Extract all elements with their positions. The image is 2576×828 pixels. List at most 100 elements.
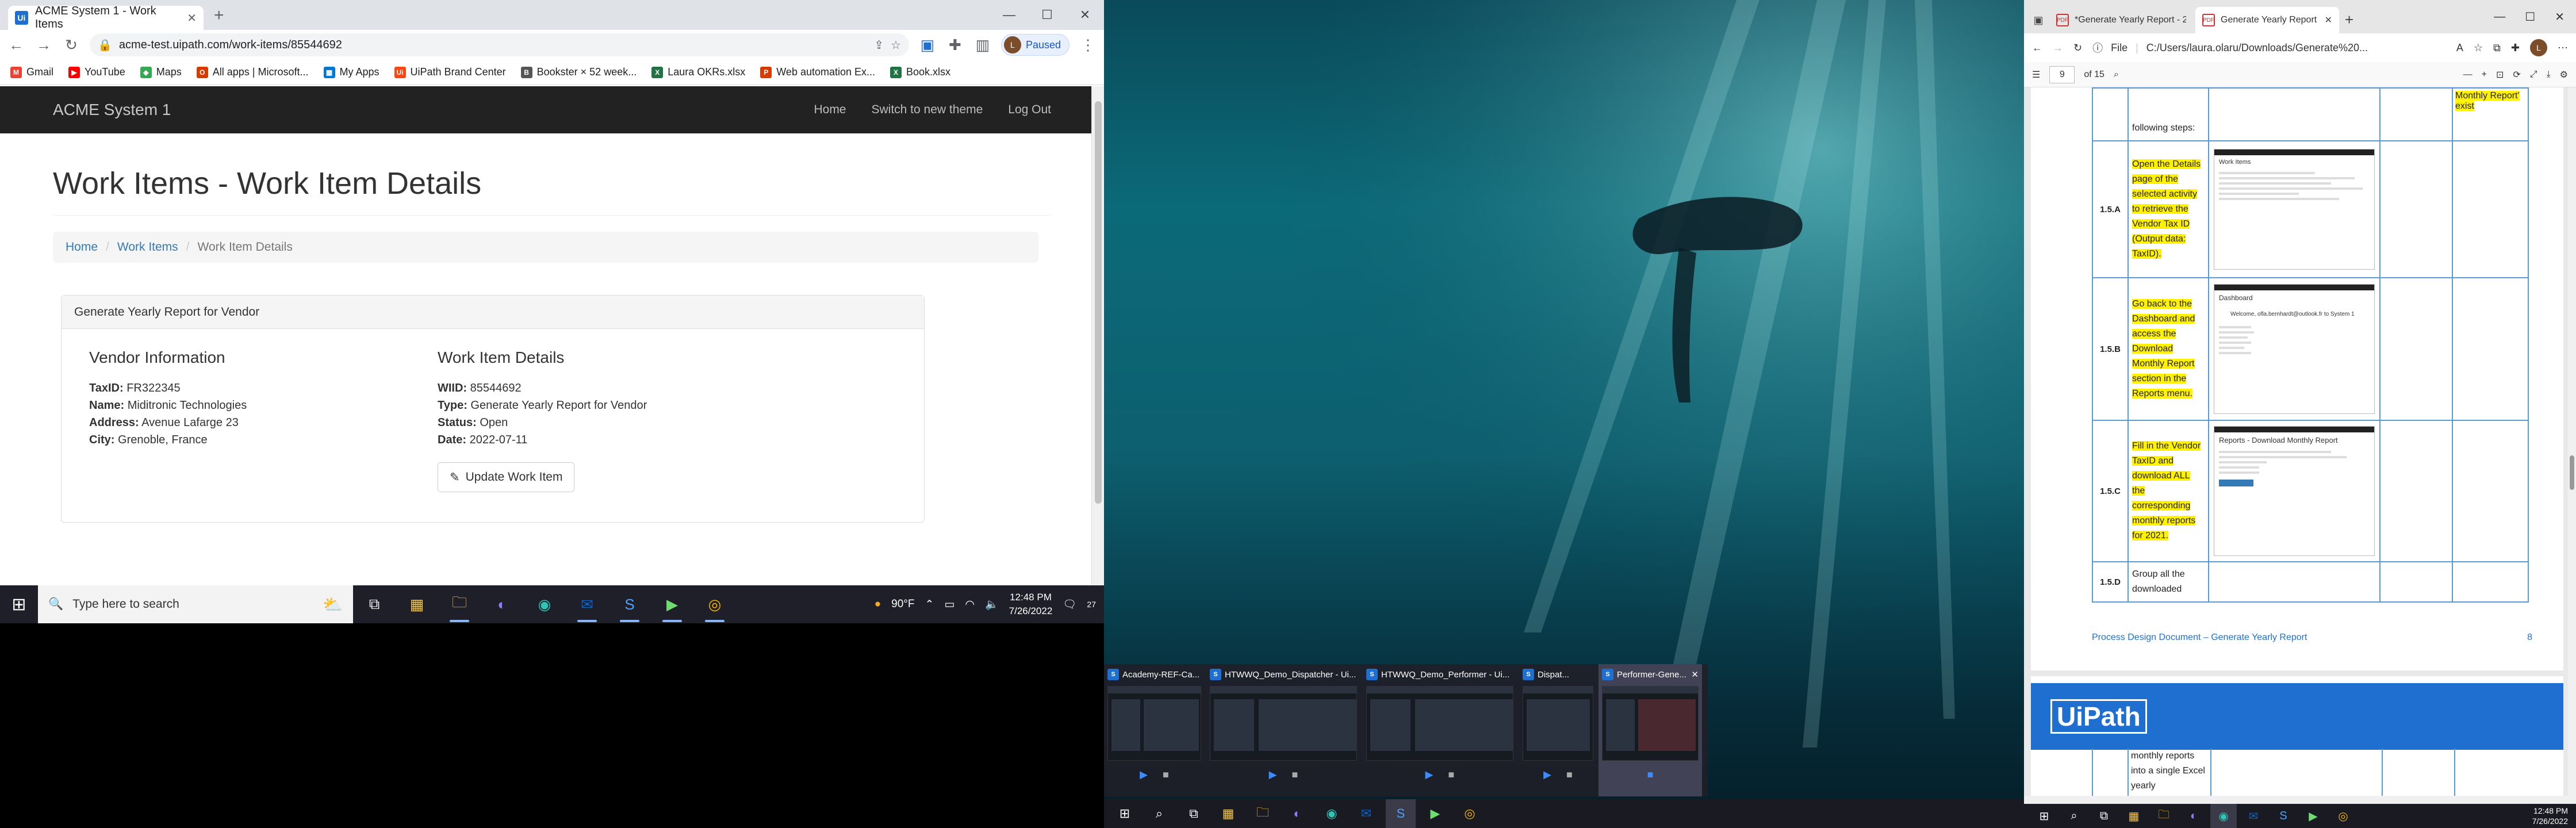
edge-icon[interactable]: ◉ bbox=[1317, 799, 1347, 828]
collections-icon[interactable]: ⧉ bbox=[2493, 42, 2501, 54]
new-tab-icon[interactable]: + bbox=[214, 6, 224, 25]
uipath-studio-icon[interactable]: S bbox=[608, 585, 651, 623]
bookmark-web-automation[interactable]: P Web automation Ex... bbox=[760, 66, 875, 78]
update-work-item-button[interactable]: ✎ Update Work Item bbox=[438, 462, 575, 492]
edge-tab[interactable]: PDF *Generate Yearly Report - 2020 ... bbox=[2049, 7, 2193, 33]
chrome-icon[interactable]: ◎ bbox=[1455, 799, 1485, 828]
chrome-icon[interactable]: ◎ bbox=[2330, 804, 2356, 828]
teams-icon[interactable]: ◐ bbox=[481, 585, 523, 623]
chrome-icon[interactable]: ◎ bbox=[693, 585, 736, 623]
reload-icon[interactable]: ↻ bbox=[2073, 42, 2082, 54]
new-tab-icon[interactable]: + bbox=[2345, 11, 2353, 29]
windows-start-icon[interactable]: ⊞ bbox=[1110, 799, 1140, 828]
thumbnail-window[interactable]: S Academy-REF-Ca... ▶ ■ bbox=[1104, 664, 1205, 796]
calendar-app-icon[interactable]: ▦ bbox=[1213, 799, 1243, 828]
bookmark-myapps[interactable]: ▦ My Apps bbox=[323, 66, 379, 78]
volume-icon[interactable]: 🔈 bbox=[985, 597, 999, 611]
close-tab-icon[interactable]: ✕ bbox=[2325, 14, 2332, 26]
zoom-in-icon[interactable]: + bbox=[2482, 70, 2487, 80]
menu-kebab-icon[interactable]: ⋮ bbox=[1079, 36, 1097, 54]
close-window-icon[interactable]: ✕ bbox=[1066, 7, 1104, 22]
minimize-icon[interactable]: — bbox=[990, 7, 1028, 22]
teams-icon[interactable]: ◐ bbox=[2180, 804, 2207, 828]
bookmark-laura-okrs[interactable]: X Laura OKRs.xlsx bbox=[651, 66, 745, 78]
uipath-studio-icon[interactable]: S bbox=[2270, 804, 2297, 828]
thumbnail-window[interactable]: S HTWWQ_Demo_Dispatcher - Ui... ▶ ■ bbox=[1206, 664, 1360, 796]
extensions-icon[interactable]: ✚ bbox=[2511, 42, 2520, 54]
back-icon[interactable]: ← bbox=[2032, 42, 2042, 54]
close-tab-icon[interactable]: ✕ bbox=[187, 11, 197, 25]
task-view-icon[interactable]: ⧉ bbox=[1179, 799, 1209, 828]
thumbnail-window[interactable]: S Dispat... ▶ ■ bbox=[1519, 664, 1597, 796]
minimize-icon[interactable]: — bbox=[2494, 10, 2505, 24]
forward-icon[interactable]: → bbox=[34, 36, 53, 54]
uipath-studio-icon[interactable]: S bbox=[1386, 799, 1416, 828]
side-panel-icon[interactable]: ▥ bbox=[973, 36, 992, 54]
nav-logout-link[interactable]: Log Out bbox=[1008, 103, 1051, 117]
bookmark-star-icon[interactable]: ☆ bbox=[891, 38, 901, 52]
task-view-icon[interactable]: ⧉ bbox=[353, 585, 396, 623]
outlook-icon[interactable]: ✉ bbox=[1351, 799, 1381, 828]
stop-icon[interactable]: ■ bbox=[1566, 769, 1573, 781]
share-icon[interactable]: ⇪ bbox=[874, 38, 884, 52]
extensions-puzzle-icon[interactable]: ✚ bbox=[946, 36, 964, 54]
stop-icon[interactable]: ■ bbox=[1448, 769, 1454, 781]
thumbnail-window-selected[interactable]: S Performer-Gene... ✕ ■ bbox=[1598, 664, 1702, 796]
run-icon[interactable]: ▶ bbox=[1269, 769, 1277, 781]
uipath-player-icon[interactable]: ▶ bbox=[1420, 799, 1450, 828]
bookmark-book-xlsx[interactable]: X Book.xlsx bbox=[890, 66, 950, 78]
thumbnail-window[interactable]: S HTWWQ_Demo_Performer - Ui... ▶ ■ bbox=[1363, 664, 1517, 796]
file-explorer-icon[interactable]: 🗀 bbox=[438, 585, 481, 623]
calendar-app-icon[interactable]: ▦ bbox=[2121, 804, 2147, 828]
outlook-icon[interactable]: ✉ bbox=[2240, 804, 2267, 828]
extension-uipath-icon[interactable]: ▣ bbox=[918, 36, 937, 54]
file-explorer-icon[interactable]: 🗀 bbox=[1248, 799, 1278, 828]
outlook-icon[interactable]: ✉ bbox=[566, 585, 608, 623]
breadcrumb-home[interactable]: Home bbox=[66, 240, 98, 254]
search-icon[interactable]: ⌕ bbox=[1144, 799, 1174, 828]
bookmark-microsoft[interactable]: O All apps | Microsoft... bbox=[196, 66, 309, 78]
uipath-player-icon[interactable]: ▶ bbox=[651, 585, 693, 623]
pdf-horizontal-scrollbar[interactable] bbox=[2024, 796, 2576, 804]
search-icon[interactable]: ⌕ bbox=[2114, 70, 2119, 80]
bookmark-maps[interactable]: ◆ Maps bbox=[140, 66, 182, 78]
taskbar-clock[interactable]: 12:48 PM 7/26/2022 bbox=[1009, 591, 1053, 618]
bookmark-uipath-brand[interactable]: Ui UiPath Brand Center bbox=[394, 66, 506, 78]
breadcrumb-work-items[interactable]: Work Items bbox=[117, 240, 178, 254]
edge-address-bar[interactable]: ⓘ File | C:/Users/laura.olaru/Downloads/… bbox=[2092, 40, 2446, 55]
nav-theme-link[interactable]: Switch to new theme bbox=[872, 103, 983, 117]
calendar-app-icon[interactable]: ▦ bbox=[396, 585, 438, 623]
taskbar-search[interactable]: 🔍 Type here to search ⛅ bbox=[38, 585, 353, 623]
chevron-up-icon[interactable]: ⌃ bbox=[925, 598, 934, 611]
read-aloud-icon[interactable]: A bbox=[2456, 42, 2463, 54]
app-brand[interactable]: ACME System 1 bbox=[53, 101, 171, 119]
favorites-icon[interactable]: ☆ bbox=[2474, 42, 2483, 54]
settings-icon[interactable]: ⚙ bbox=[2560, 69, 2568, 80]
notification-icon[interactable]: 🗨 bbox=[1063, 597, 1076, 611]
fit-page-icon[interactable]: ⊡ bbox=[2496, 69, 2504, 80]
tab-actions-icon[interactable]: ▣ bbox=[2030, 7, 2047, 33]
scrollbar-thumb[interactable] bbox=[2570, 455, 2574, 490]
weather-temp[interactable]: 90°F bbox=[891, 598, 914, 611]
wifi-icon[interactable]: ◠ bbox=[965, 598, 975, 611]
scrollbar-thumb[interactable] bbox=[1095, 101, 1102, 504]
address-bar[interactable]: 🔒 acme-test.uipath.com/work-items/855446… bbox=[90, 33, 909, 56]
zoom-out-icon[interactable]: — bbox=[2463, 70, 2472, 80]
windows-start-icon[interactable]: ⊞ bbox=[2031, 804, 2057, 828]
uipath-player-icon[interactable]: ▶ bbox=[2300, 804, 2326, 828]
reload-icon[interactable]: ↻ bbox=[62, 36, 80, 54]
edge-icon[interactable]: ◉ bbox=[2210, 804, 2237, 828]
teams-icon[interactable]: ◐ bbox=[1282, 799, 1312, 828]
stop-icon[interactable]: ■ bbox=[1163, 769, 1169, 781]
pdf-vertical-scrollbar[interactable] bbox=[2568, 87, 2576, 796]
avatar[interactable]: L bbox=[2530, 39, 2547, 56]
rotate-icon[interactable]: ⟳ bbox=[2513, 69, 2520, 80]
file-explorer-icon[interactable]: 🗀 bbox=[2150, 804, 2177, 828]
bookmark-gmail[interactable]: M Gmail bbox=[10, 66, 53, 78]
run-icon[interactable]: ▶ bbox=[1140, 769, 1148, 781]
nav-home-link[interactable]: Home bbox=[814, 103, 846, 117]
edge-icon[interactable]: ◉ bbox=[523, 585, 566, 623]
close-window-icon[interactable]: ✕ bbox=[2555, 10, 2564, 24]
bookmark-bookster[interactable]: B Bookster × 52 week... bbox=[520, 66, 637, 78]
stop-icon[interactable]: ■ bbox=[1291, 769, 1298, 781]
